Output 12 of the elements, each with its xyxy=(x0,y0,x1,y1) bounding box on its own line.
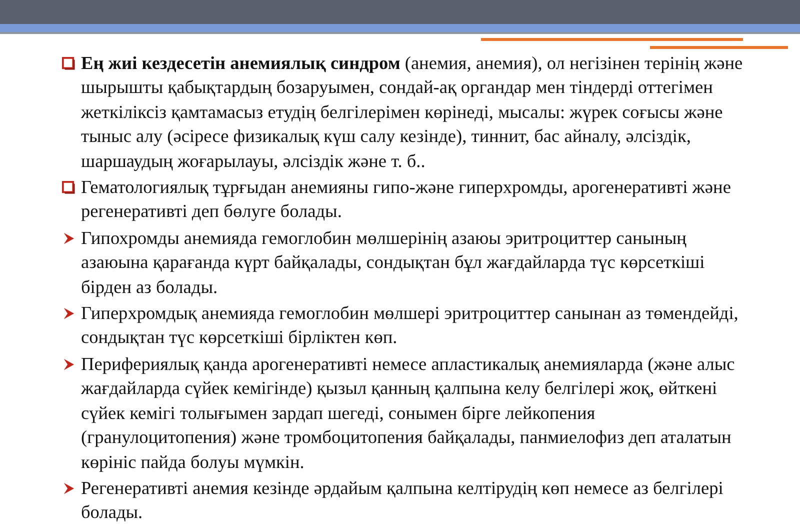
arrowhead-bullet-icon xyxy=(62,358,75,371)
bullet-text: Ең жиі кездесетін анемиялық синдром (анемия, анемия), ол негізінен терінің және шырышты қабықтардың бозаруымен, сондай-ақ органдар мен тіндерді оттегімен жеткіліксіз қамтамасыз етудің белгілерімен көрінеді, мысалы: жүрек соғысы және тыныс алу (әсіресе физикалық күш салу кезінде), тиннит, бас айналу, әлсіздік, шаршаудың жоғарылауы, әлсіздік және т. б.. xyxy=(81,52,744,173)
bullet-text: Регенеративті анемия кезінде әрдайым қалпына келтірудің көп немесе аз белгілері болады. xyxy=(81,476,724,524)
bullet-text: Перифериялық қанда арогенеративті немесе апластикалық анемияларда (және алыс жағдайларда сүйек кемігінде) қызыл қанның қалпына келу белгілері жоқ, өйткені сүйек кемігі толығымен зардап шегеді, сонымен бірге лейкопения (гранулоцитопения) және тромбоцитопения байқалады, панмиелофиз деп аталатын көрініс пайда болуы мүмкін. xyxy=(81,352,736,474)
arrowhead-bullet-icon xyxy=(62,232,75,245)
bullet-text: Гематологиялық тұрғыдан анемияны гипо-және гиперхромды, арогенеративті және регенеративті деп бөлуге болады. xyxy=(81,176,732,224)
square-bullet-icon xyxy=(62,181,75,194)
square-bullet-icon xyxy=(62,57,75,70)
bullet-text: Гиперхромдық анемияда гемоглобин мөлшері эритроциттер санынан аз төмендейді, сондықтан түс көрсеткіші бірліктен көп. xyxy=(81,302,740,350)
bullet-text: Гипохромды анемияда гемоглобин мөлшерінің азаюы эритроциттер санының азаюына қарағанда күрт байқалады, сондықтан бұл жағдайларда түс көрсеткіші бірден аз болады. xyxy=(81,226,706,299)
arrowhead-bullet-icon xyxy=(62,482,75,495)
arrowhead-bullet-icon xyxy=(62,307,75,320)
